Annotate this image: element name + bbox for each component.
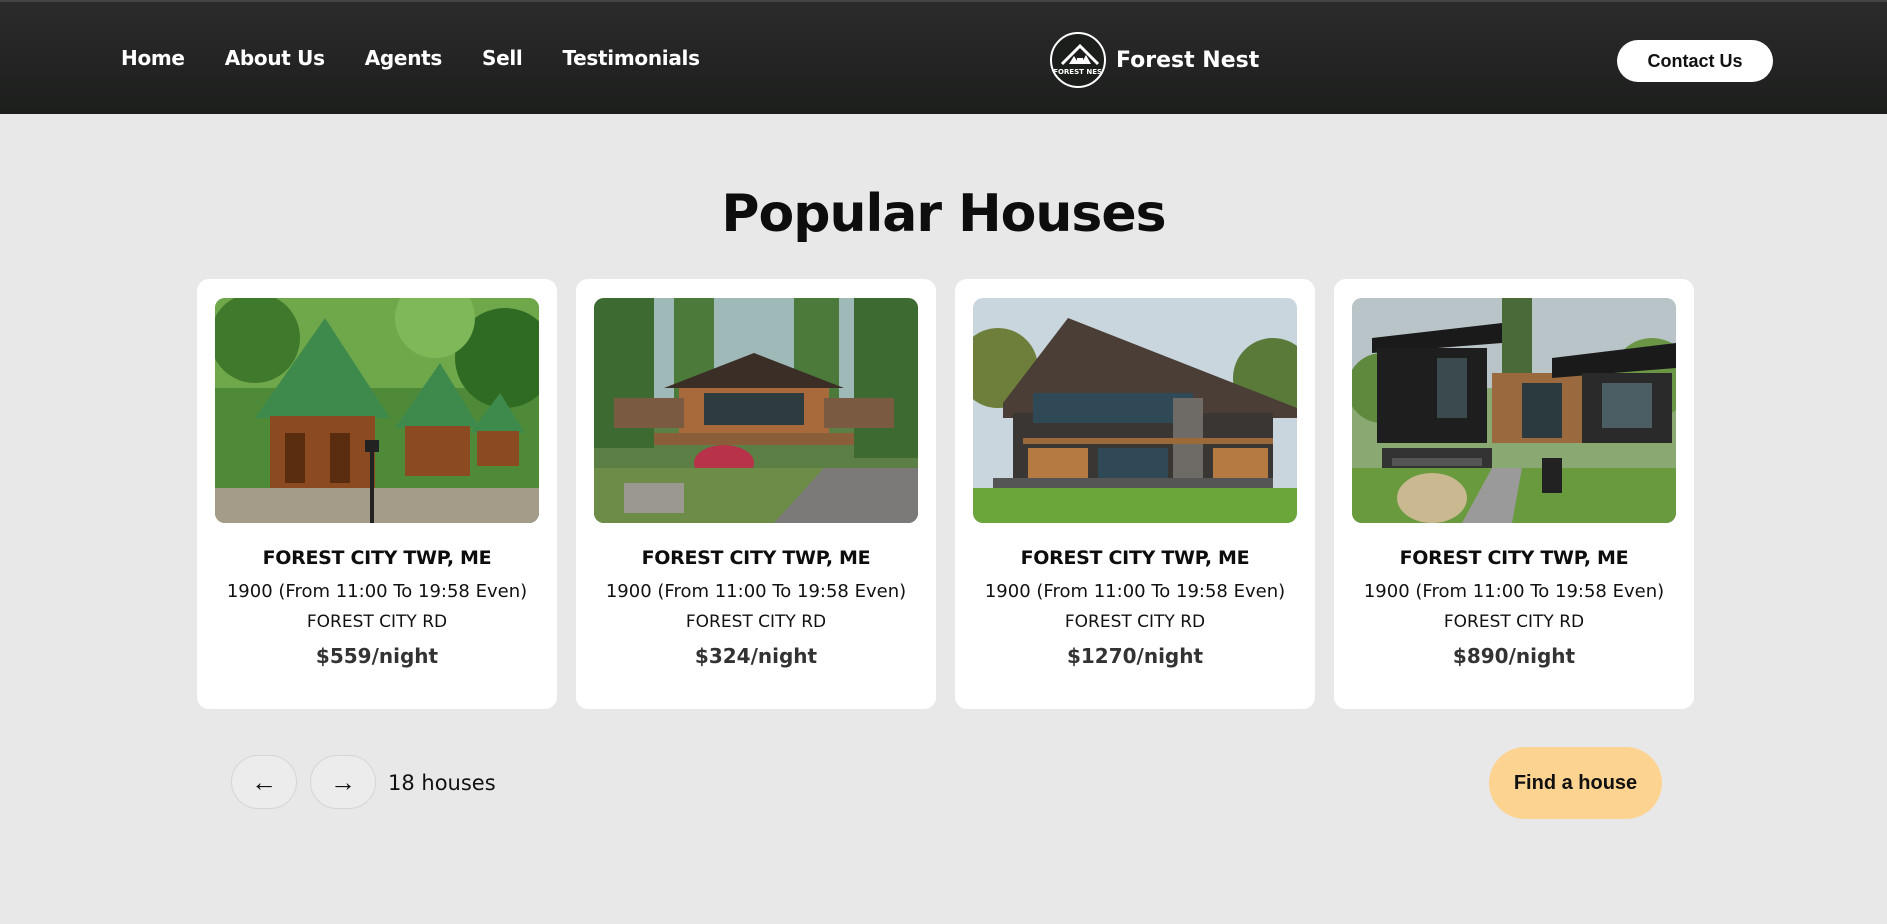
house-card[interactable]: FOREST CITY TWP, ME 1900 (From 11:00 To … — [576, 279, 936, 709]
house-photo — [215, 298, 539, 523]
nav-home[interactable]: Home — [121, 46, 185, 70]
arrow-left-icon: ← — [251, 766, 277, 797]
main-nav: Home About Us Agents Sell Testimonials — [121, 46, 700, 70]
house-photo — [973, 298, 1297, 523]
house-price: $559/night — [315, 644, 439, 668]
arrow-right-icon: → — [330, 766, 356, 797]
house-hours: 1900 (From 11:00 To 19:58 Even) — [226, 581, 528, 602]
house-hours: 1900 (From 11:00 To 19:58 Even) — [1363, 581, 1665, 602]
prev-button[interactable]: ← — [231, 755, 297, 809]
brand-logo: FOREST NEST — [1050, 32, 1106, 88]
house-card[interactable]: FOREST CITY TWP, ME 1900 (From 11:00 To … — [955, 279, 1315, 709]
house-location: FOREST CITY TWP, ME — [641, 547, 871, 569]
find-house-button[interactable]: Find a house — [1489, 747, 1662, 819]
house-street: FOREST CITY RD — [306, 612, 448, 632]
house-card[interactable]: FOREST CITY TWP, ME 1900 (From 11:00 To … — [1334, 279, 1694, 709]
house-street: FOREST CITY RD — [685, 612, 827, 632]
house-location: FOREST CITY TWP, ME — [1020, 547, 1250, 569]
nav-about-us[interactable]: About Us — [225, 46, 325, 70]
house-hours: 1900 (From 11:00 To 19:58 Even) — [984, 581, 1286, 602]
nav-testimonials[interactable]: Testimonials — [562, 46, 700, 70]
house-card[interactable]: FOREST CITY TWP, ME 1900 (From 11:00 To … — [197, 279, 557, 709]
svg-text:FOREST NEST: FOREST NEST — [1053, 68, 1106, 76]
next-button[interactable]: → — [310, 755, 376, 809]
contact-us-button[interactable]: Contact Us — [1617, 40, 1773, 82]
nav-sell[interactable]: Sell — [482, 46, 523, 70]
brand-name: Forest Nest — [1116, 47, 1260, 73]
house-price: $1270/night — [1066, 644, 1204, 668]
nav-agents[interactable]: Agents — [365, 46, 443, 70]
house-price: $324/night — [694, 644, 818, 668]
house-photo — [1352, 298, 1676, 523]
house-cards: FOREST CITY TWP, ME 1900 (From 11:00 To … — [197, 279, 1694, 709]
house-photo — [594, 298, 918, 523]
top-navbar: Home About Us Agents Sell Testimonials F… — [0, 0, 1887, 114]
house-street: FOREST CITY RD — [1064, 612, 1206, 632]
house-count: 18 houses — [388, 771, 496, 795]
house-price: $890/night — [1452, 644, 1576, 668]
house-location: FOREST CITY TWP, ME — [1399, 547, 1629, 569]
house-location: FOREST CITY TWP, ME — [262, 547, 492, 569]
house-street: FOREST CITY RD — [1443, 612, 1585, 632]
page-title: Popular Houses — [721, 184, 1166, 244]
house-hours: 1900 (From 11:00 To 19:58 Even) — [605, 581, 907, 602]
brand[interactable]: FOREST NEST Forest Nest — [1050, 32, 1259, 88]
